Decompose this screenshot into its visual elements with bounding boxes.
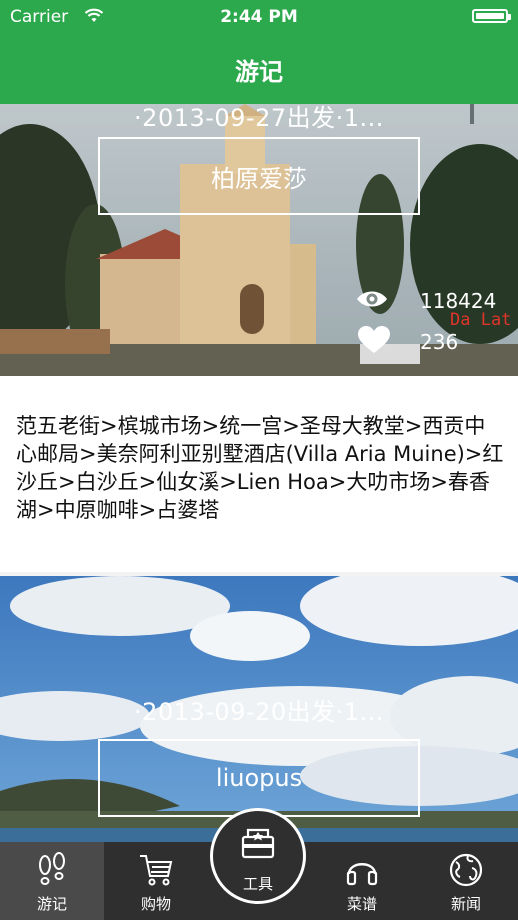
photo-watermark: Da Lat <box>450 310 512 330</box>
page-title: 游记 <box>235 58 283 86</box>
tab-label: 新闻 <box>450 895 481 913</box>
author-box[interactable]: 柏原爱莎 <box>98 137 420 215</box>
clock: 2:44 PM <box>220 7 298 27</box>
post-card-cover[interactable]: ·2013-09-27出发·1... 柏原爱莎 118424 Da Lat 23… <box>0 104 518 376</box>
tab-recipes[interactable]: 菜谱 <box>310 842 414 920</box>
headphones-icon <box>346 863 378 886</box>
author-name-2: liuopus <box>215 764 303 792</box>
tab-tools-button[interactable]: 工具 <box>210 808 306 904</box>
toolbox-icon <box>241 828 275 859</box>
footprints-icon <box>39 852 65 885</box>
author-name: 柏原爱莎 <box>211 164 307 193</box>
tab-label: 购物 <box>140 895 171 913</box>
post-meta-2: ·2013-09-20出发·1... <box>134 698 384 726</box>
tab-label: 工具 <box>242 875 273 893</box>
tab-label: 菜谱 <box>346 895 377 913</box>
tab-news[interactable]: 新闻 <box>414 842 518 920</box>
post-card-cover-2[interactable]: ·2013-09-20出发·1... liuopus <box>0 576 518 842</box>
globe-icon <box>449 853 483 887</box>
cart-icon <box>140 855 173 886</box>
post-description-card[interactable]: 范五老街>槟城市场>统一宫>圣母大教堂>西贡中心邮局>美奈阿利亚别墅酒店(Vil… <box>0 376 518 572</box>
tab-travel-notes[interactable]: 游记 <box>0 842 104 920</box>
battery-icon <box>472 9 511 23</box>
tab-shopping[interactable]: 购物 <box>104 842 208 920</box>
tab-label: 游记 <box>36 895 67 913</box>
post-meta: ·2013-09-27出发·1... <box>134 104 384 132</box>
post-description: 范五老街>槟城市场>统一宫>圣母大教堂>西贡中心邮局>美奈阿利亚别墅酒店(Vil… <box>16 414 504 522</box>
like-count: 236 <box>420 330 459 354</box>
eye-icon <box>356 288 388 315</box>
heart-icon <box>358 326 390 359</box>
status-bar: Carrier 2:44 PM <box>0 0 518 32</box>
author-box-2[interactable]: liuopus <box>98 739 420 817</box>
nav-bar: 游记 <box>0 32 518 104</box>
